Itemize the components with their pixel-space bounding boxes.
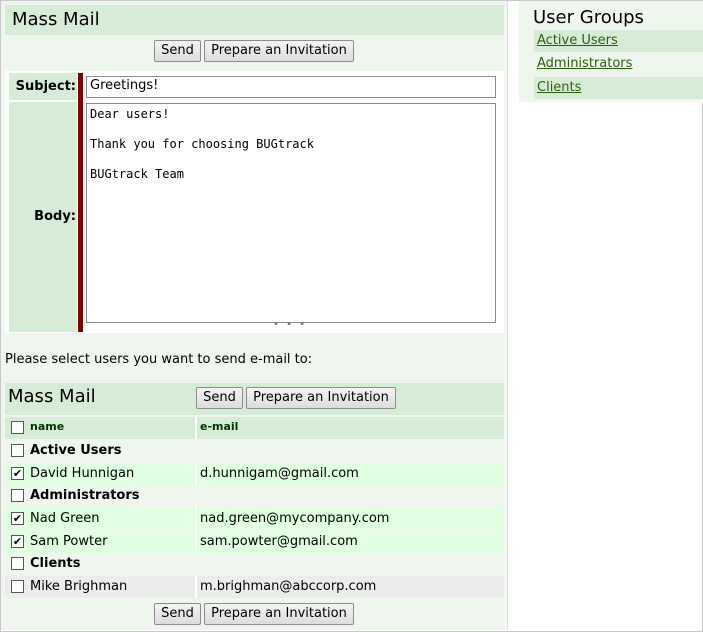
user-name: Sam Powter <box>30 534 108 549</box>
table-row[interactable]: Mike Brighman m.brighman@abccorp.com <box>5 576 504 598</box>
row-checkbox[interactable] <box>11 489 24 502</box>
user-email: nad.green@mycompany.com <box>200 511 390 526</box>
select-users-prompt: Please select users you want to send e-m… <box>5 352 313 367</box>
prepare-invitation-button-middle[interactable]: Prepare an Invitation <box>246 387 396 409</box>
body-label-cell: Body: <box>9 102 77 332</box>
send-button-middle[interactable]: Send <box>196 387 243 409</box>
subject-input[interactable]: Greetings! <box>86 76 496 98</box>
mail-form: Subject: Body: Greetings! Dear users! Th… <box>5 71 504 333</box>
send-button-top[interactable]: Send <box>154 40 201 62</box>
group-row[interactable]: Active Users <box>5 440 504 462</box>
prepare-invitation-button-top[interactable]: Prepare an Invitation <box>204 40 354 62</box>
group-name: Active Users <box>30 443 122 458</box>
subject-label: Subject: <box>15 79 76 94</box>
user-groups-sidebar: User Groups Active Users Administrators … <box>519 1 703 102</box>
row-checkbox[interactable] <box>11 580 24 593</box>
group-name: Clients <box>30 556 81 571</box>
sidebar-link[interactable]: Administrators <box>537 56 632 71</box>
body-label: Body: <box>34 209 76 224</box>
row-checkbox[interactable]: ✔ <box>11 512 24 525</box>
column-header-name: name <box>30 420 65 433</box>
prepare-invitation-button-bottom[interactable]: Prepare an Invitation <box>204 603 354 625</box>
select-all-checkbox[interactable] <box>11 421 24 434</box>
table-row[interactable]: ✔ Nad Green nad.green@mycompany.com <box>5 508 504 530</box>
user-email: d.hunnigam@gmail.com <box>200 466 359 481</box>
subject-label-cell: Subject: <box>9 73 77 100</box>
row-checkbox[interactable]: ✔ <box>11 467 24 480</box>
user-name: Mike Brighman <box>30 579 128 594</box>
group-row[interactable]: Clients <box>5 553 504 575</box>
user-email: sam.powter@gmail.com <box>200 534 358 549</box>
send-button-bottom[interactable]: Send <box>154 603 201 625</box>
sidebar-item-active-users[interactable]: Active Users <box>534 30 703 52</box>
recipients-title: Mass Mail <box>8 386 96 407</box>
group-name: Administrators <box>30 488 140 503</box>
sidebar-title: User Groups <box>533 7 644 28</box>
row-checkbox[interactable] <box>11 444 24 457</box>
row-checkbox[interactable] <box>11 557 24 570</box>
mass-mail-title-bar: Mass Mail <box>5 5 504 35</box>
textarea-resize-handle[interactable]: • • • <box>273 319 307 330</box>
sidebar-link[interactable]: Active Users <box>537 33 618 48</box>
sidebar-link[interactable]: Clients <box>537 80 581 95</box>
group-row[interactable]: Administrators <box>5 485 504 507</box>
sidebar-item-clients[interactable]: Clients <box>534 77 703 99</box>
form-accent-bar <box>78 73 83 332</box>
user-name: Nad Green <box>30 511 100 526</box>
row-checkbox[interactable]: ✔ <box>11 535 24 548</box>
mass-mail-panel: Mass Mail Send Prepare an Invitation Sub… <box>1 1 508 630</box>
table-header-row: name e-mail <box>5 417 504 439</box>
table-row[interactable]: ✔ David Hunnigan d.hunnigam@gmail.com <box>5 463 504 485</box>
page-title: Mass Mail <box>12 9 100 30</box>
sidebar-item-administrators[interactable]: Administrators <box>534 53 703 75</box>
user-name: David Hunnigan <box>30 466 135 481</box>
body-textarea[interactable]: Dear users! Thank you for choosing BUGtr… <box>86 103 496 323</box>
user-email: m.brighman@abccorp.com <box>200 579 377 594</box>
column-header-email: e-mail <box>200 420 239 433</box>
table-row[interactable]: ✔ Sam Powter sam.powter@gmail.com <box>5 531 504 553</box>
